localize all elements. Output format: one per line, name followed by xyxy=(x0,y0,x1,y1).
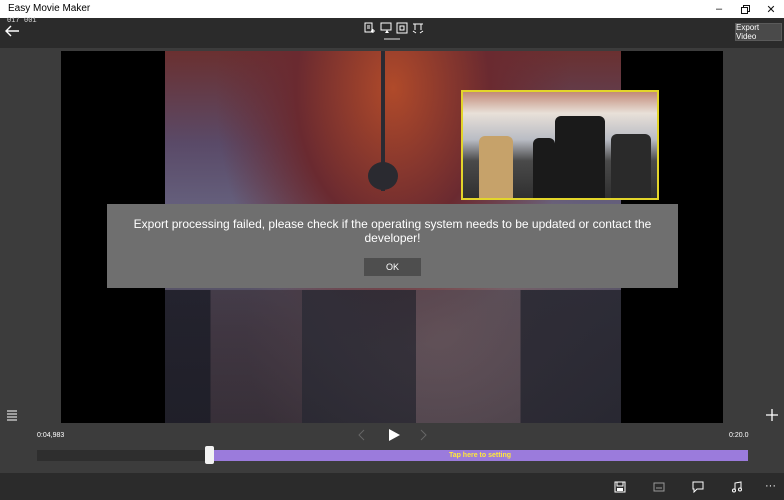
edit-tools xyxy=(364,22,424,38)
comment-icon[interactable] xyxy=(692,481,704,493)
ok-button[interactable]: OK xyxy=(364,258,421,276)
more-icon[interactable]: ··· xyxy=(765,481,777,493)
city-skyline xyxy=(165,290,621,423)
timeline-hint: Tap here to setting xyxy=(448,452,512,459)
previous-icon[interactable] xyxy=(357,429,367,441)
dialog-message: Export processing failed, please check i… xyxy=(133,217,652,245)
tool-indicator xyxy=(384,38,400,40)
list-icon[interactable] xyxy=(6,409,18,421)
back-button[interactable] xyxy=(4,23,22,41)
subtitle-icon[interactable] xyxy=(653,481,665,493)
title-bar: Easy Movie Maker – ✕ xyxy=(0,0,784,18)
current-time: 0:04,983 xyxy=(37,432,65,439)
pip-person xyxy=(555,116,605,198)
pip-icon[interactable] xyxy=(380,22,392,34)
play-icon[interactable] xyxy=(387,428,401,442)
save-icon[interactable] xyxy=(614,481,626,493)
error-dialog: Export processing failed, please check i… xyxy=(107,204,678,288)
close-icon[interactable]: ✕ xyxy=(756,0,784,18)
effect-icon[interactable] xyxy=(412,22,424,34)
add-media-icon[interactable] xyxy=(364,22,376,34)
timeline-clip[interactable]: Tap here to setting xyxy=(212,450,748,461)
crop-icon[interactable] xyxy=(396,22,408,34)
music-icon[interactable] xyxy=(731,481,743,493)
timeline-handle[interactable] xyxy=(205,446,214,464)
tower-sphere xyxy=(368,162,398,190)
total-time: 0:20.0 xyxy=(729,432,749,439)
pip-person xyxy=(611,134,651,198)
add-icon[interactable] xyxy=(765,408,779,422)
picture-in-picture-overlay[interactable] xyxy=(461,90,659,200)
next-icon[interactable] xyxy=(418,429,428,441)
pip-person xyxy=(479,136,513,198)
arrow-left-icon xyxy=(5,25,19,37)
pip-person xyxy=(533,138,555,198)
app-title: Easy Movie Maker xyxy=(8,3,91,14)
debug-counter-right: 001 xyxy=(24,17,37,25)
bottom-toolbar xyxy=(0,473,784,500)
export-video-button[interactable]: Export Video xyxy=(735,23,782,41)
